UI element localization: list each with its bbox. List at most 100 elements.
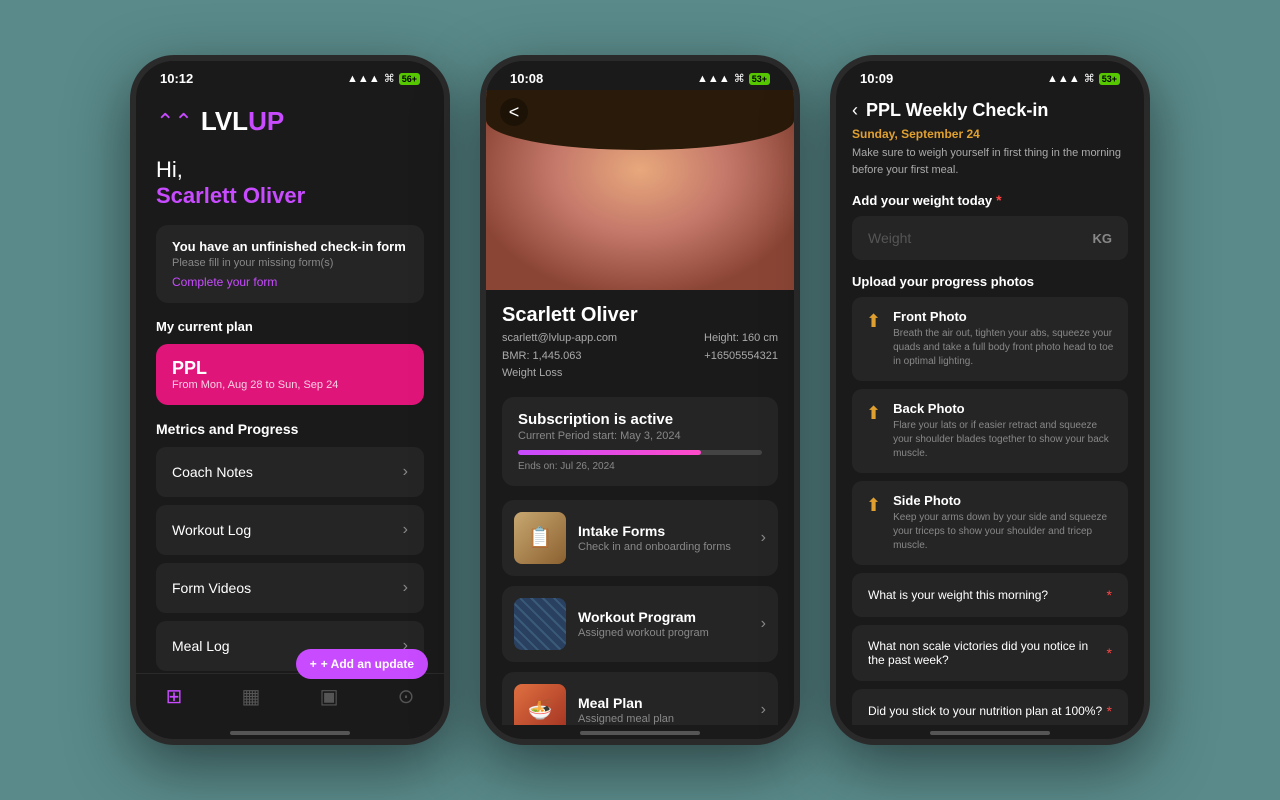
status-icons-1: ▲▲▲ ⌘ 56+ bbox=[347, 72, 420, 85]
back-button-2[interactable]: < bbox=[500, 98, 528, 126]
weight-placeholder: Weight bbox=[868, 230, 911, 246]
back-photo-info: Back Photo Flare your lats or if easier … bbox=[893, 401, 1114, 461]
meal-subtitle: Assigned meal plan bbox=[578, 713, 749, 725]
battery-1: 56+ bbox=[399, 73, 420, 85]
intake-forms-item[interactable]: 📋 Intake Forms Check in and onboarding f… bbox=[502, 500, 778, 576]
plus-icon: + bbox=[310, 657, 317, 671]
question-1-card[interactable]: What is your weight this morning? * bbox=[852, 573, 1128, 617]
profile-face-bg bbox=[486, 90, 794, 290]
chevron-icon-1: › bbox=[403, 463, 408, 481]
back-arrow-3[interactable]: ‹ bbox=[852, 100, 858, 121]
alert-subtitle: Please fill in your missing form(s) bbox=[172, 257, 408, 269]
side-photo-title: Side Photo bbox=[893, 493, 1114, 508]
home-indicator-1 bbox=[230, 731, 350, 735]
chevron-workout: › bbox=[761, 615, 766, 633]
meal-icon: 🍜 bbox=[514, 684, 566, 725]
time-3: 10:09 bbox=[860, 71, 893, 86]
sub-period: Current Period start: May 3, 2024 bbox=[518, 430, 762, 442]
side-photo-card[interactable]: ⬆ Side Photo Keep your arms down by your… bbox=[852, 481, 1128, 565]
nav-grid-icon[interactable]: ⊞ bbox=[166, 684, 183, 709]
wifi-icon-2: ⌘ bbox=[734, 72, 745, 85]
form-videos-item[interactable]: Form Videos › bbox=[156, 563, 424, 613]
profile-detail-row: scarlett@lvlup-app.com BMR: 1,445.063 We… bbox=[502, 330, 778, 383]
coach-notes-item[interactable]: Coach Notes › bbox=[156, 447, 424, 497]
add-update-button[interactable]: + + Add an update bbox=[296, 649, 428, 679]
workout-icon bbox=[514, 598, 566, 650]
back-arrow-2: < bbox=[509, 102, 520, 123]
phone-3: 10:09 ▲▲▲ ⌘ 53+ ‹ PPL Weekly Check-in Su… bbox=[830, 55, 1150, 745]
intake-info: Intake Forms Check in and onboarding for… bbox=[578, 523, 749, 553]
battery-3: 53+ bbox=[1099, 73, 1120, 85]
meal-title: Meal Plan bbox=[578, 695, 749, 711]
phone1-main: ⌃⌃ LVLUP Hi, Scarlett Oliver You have an… bbox=[136, 90, 444, 739]
question-1: What is your weight this morning? bbox=[868, 588, 1107, 602]
meal-plan-item[interactable]: 🍜 Meal Plan Assigned meal plan › bbox=[502, 672, 778, 725]
meal-thumb: 🍜 bbox=[514, 684, 566, 725]
current-plan-label: My current plan bbox=[156, 319, 424, 334]
weight-input-row[interactable]: Weight KG bbox=[852, 216, 1128, 260]
nav-calendar-icon[interactable]: ▦ bbox=[242, 684, 261, 709]
profile-name: Scarlett Oliver bbox=[502, 304, 778, 327]
meal-log-label: Meal Log bbox=[172, 638, 230, 654]
checkin-subtitle: Make sure to weigh yourself in first thi… bbox=[852, 145, 1128, 178]
side-photo-desc: Keep your arms down by your side and squ… bbox=[893, 511, 1114, 553]
home-indicator-3 bbox=[930, 731, 1050, 735]
nav-chat-icon[interactable]: ▣ bbox=[320, 684, 339, 709]
profile-goal: Weight Loss bbox=[502, 367, 562, 379]
back-header: ‹ PPL Weekly Check-in bbox=[852, 90, 1128, 127]
required-dot-q3: * bbox=[1107, 703, 1112, 719]
checkin-title: PPL Weekly Check-in bbox=[866, 100, 1048, 121]
logo-chevron-icon: ⌃⌃ bbox=[156, 109, 193, 135]
required-dot-q2: * bbox=[1107, 645, 1112, 661]
intake-title: Intake Forms bbox=[578, 523, 749, 539]
profile-bmr: BMR: 1,445.063 bbox=[502, 350, 582, 362]
chevron-intake: › bbox=[761, 529, 766, 547]
status-bar-3: 10:09 ▲▲▲ ⌘ 53+ bbox=[836, 61, 1144, 90]
weight-label: Add your weight today bbox=[852, 193, 992, 208]
meal-info: Meal Plan Assigned meal plan bbox=[578, 695, 749, 725]
required-dot-q1: * bbox=[1107, 587, 1112, 603]
front-photo-card[interactable]: ⬆ Front Photo Breath the air out, tighte… bbox=[852, 297, 1128, 381]
upload-icon-front: ⬆ bbox=[866, 311, 881, 332]
sub-progress-bar bbox=[518, 450, 762, 455]
question-3: Did you stick to your nutrition plan at … bbox=[868, 704, 1107, 718]
upload-icon-back: ⬆ bbox=[866, 403, 881, 424]
weight-unit: KG bbox=[1093, 231, 1113, 246]
complete-form-link[interactable]: Complete your form bbox=[172, 275, 408, 289]
phone2-main: < Scarlett Oliver scarlett@lvlup-app.com… bbox=[486, 90, 794, 739]
chevron-icon-2: › bbox=[403, 521, 408, 539]
subscription-card: Subscription is active Current Period st… bbox=[502, 397, 778, 486]
profile-height: Height: 160 cm bbox=[704, 332, 778, 344]
battery-2: 53+ bbox=[749, 73, 770, 85]
nav-user-icon[interactable]: ⊙ bbox=[398, 684, 415, 709]
time-2: 10:08 bbox=[510, 71, 543, 86]
bottom-nav-1: ⊞ ▦ ▣ ⊙ + + Add an update bbox=[136, 673, 444, 725]
workout-program-item[interactable]: Workout Program Assigned workout program… bbox=[502, 586, 778, 662]
question-3-card[interactable]: Did you stick to your nutrition plan at … bbox=[852, 689, 1128, 725]
phone1-scroll[interactable]: ⌃⌃ LVLUP Hi, Scarlett Oliver You have an… bbox=[136, 90, 444, 673]
logo-lvl: LVL bbox=[201, 106, 248, 136]
workout-info: Workout Program Assigned workout program bbox=[578, 609, 749, 639]
profile-email: scarlett@lvlup-app.com bbox=[502, 332, 617, 344]
logo-area: ⌃⌃ LVLUP bbox=[156, 106, 424, 137]
intake-subtitle: Check in and onboarding forms bbox=[578, 541, 749, 553]
alert-card: You have an unfinished check-in form Ple… bbox=[156, 225, 424, 303]
intake-icon: 📋 bbox=[514, 512, 566, 564]
workout-log-item[interactable]: Workout Log › bbox=[156, 505, 424, 555]
back-photo-card[interactable]: ⬆ Back Photo Flare your lats or if easie… bbox=[852, 389, 1128, 473]
greeting-hi: Hi, bbox=[156, 157, 424, 183]
back-photo-desc: Flare your lats or if easier retract and… bbox=[893, 419, 1114, 461]
upload-icon-side: ⬆ bbox=[866, 495, 881, 516]
phone3-scroll[interactable]: ‹ PPL Weekly Check-in Sunday, September … bbox=[836, 90, 1144, 725]
plan-card[interactable]: PPL From Mon, Aug 28 to Sun, Sep 24 bbox=[156, 344, 424, 405]
profile-hero: < bbox=[486, 90, 794, 290]
question-2-card[interactable]: What non scale victories did you notice … bbox=[852, 625, 1128, 681]
question-2: What non scale victories did you notice … bbox=[868, 639, 1107, 667]
status-bar-2: 10:08 ▲▲▲ ⌘ 53+ bbox=[486, 61, 794, 90]
signal-icon: ▲▲▲ bbox=[347, 73, 380, 85]
status-icons-2: ▲▲▲ ⌘ 53+ bbox=[697, 72, 770, 85]
hair-top bbox=[486, 90, 794, 150]
front-photo-info: Front Photo Breath the air out, tighten … bbox=[893, 309, 1114, 369]
required-dot-weight: * bbox=[996, 192, 1001, 208]
phone2-list[interactable]: 📋 Intake Forms Check in and onboarding f… bbox=[486, 496, 794, 725]
